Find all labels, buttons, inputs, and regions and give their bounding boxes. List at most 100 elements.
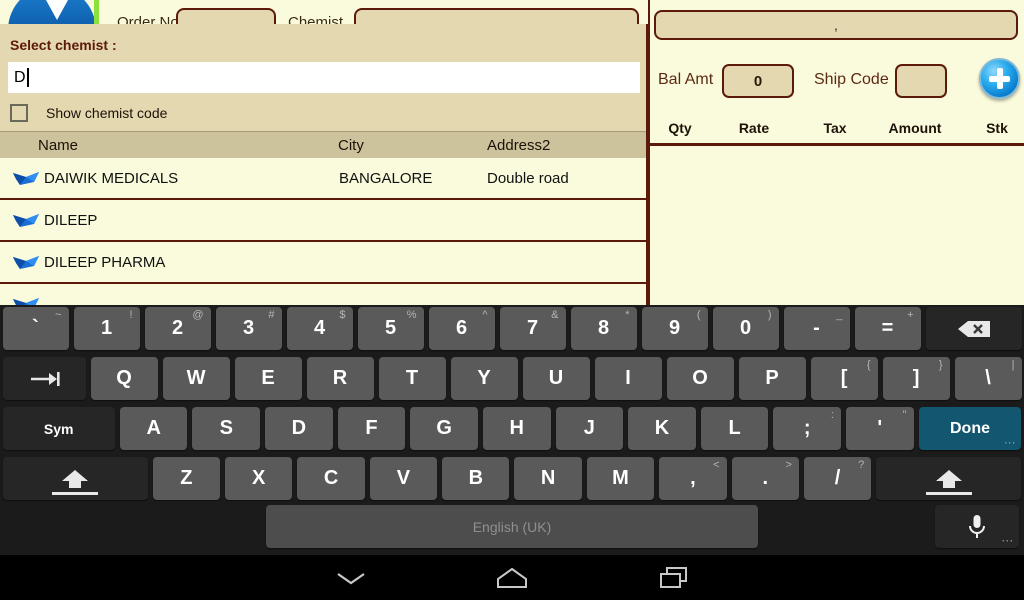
key-secondary-label: ~ [55, 309, 62, 321]
key-minus[interactable]: - _ [783, 307, 850, 350]
key-backslash[interactable]: \ | [954, 357, 1022, 400]
key-y[interactable]: Y [450, 357, 518, 400]
shift-underline [925, 492, 972, 495]
chemist-search-input[interactable]: D [8, 62, 640, 93]
key-bracket-left[interactable]: [{ [810, 357, 878, 400]
key-a[interactable]: A [119, 407, 188, 450]
key-label: A [146, 417, 161, 439]
ship-code-field[interactable] [895, 64, 947, 98]
key-label: ` [32, 317, 39, 339]
sym-key[interactable]: Sym [2, 407, 115, 450]
tab-key[interactable] [2, 357, 86, 400]
key-label: 2 [171, 317, 184, 339]
key-1[interactable]: 1! [73, 307, 140, 350]
column-qty: Qty [668, 120, 692, 136]
shift-right-key[interactable] [876, 457, 1022, 500]
backspace-key[interactable] [925, 307, 1022, 350]
key-secondary-label: ) [767, 309, 772, 321]
microphone-icon[interactable]: ··· [935, 505, 1019, 548]
key-label: W [186, 367, 206, 389]
key-3[interactable]: 3 # [215, 307, 282, 350]
key-n[interactable]: N [514, 457, 582, 500]
key-comma[interactable]: , < [659, 457, 727, 500]
key-label: ' [877, 417, 883, 439]
key-label: E [261, 367, 275, 389]
key-q[interactable]: Q [90, 357, 158, 400]
key-7[interactable]: 7 & [499, 307, 566, 350]
space-key[interactable]: English (UK) [266, 505, 758, 548]
key-label: F [365, 417, 378, 439]
key-s[interactable]: S [192, 407, 261, 450]
key-g[interactable]: G [410, 407, 478, 450]
key-secondary-label: ? [858, 459, 865, 471]
key-2[interactable]: 2 @ [144, 307, 211, 350]
key-u[interactable]: U [522, 357, 590, 400]
list-item[interactable]: DILEEP PHARMA [0, 242, 646, 284]
key-8[interactable]: 8 * [570, 307, 637, 350]
tab-icon [31, 371, 60, 386]
key-w[interactable]: W [162, 357, 230, 400]
key-x[interactable]: X [225, 457, 293, 500]
key-5[interactable]: 5% [357, 307, 424, 350]
key-b[interactable]: B [442, 457, 510, 500]
bal-amt-field[interactable]: 0 [722, 64, 794, 98]
show-chemist-code-checkbox[interactable] [10, 104, 28, 122]
show-chemist-code-row[interactable]: Show chemist code [10, 104, 167, 122]
key-4[interactable]: 4 $ [286, 307, 353, 350]
key-backtick[interactable]: ` ~ [2, 307, 69, 350]
home-icon[interactable] [467, 555, 557, 600]
list-item[interactable] [0, 284, 646, 305]
bal-amt-label: Bal Amt [658, 71, 714, 88]
key-0[interactable]: 0) [712, 307, 779, 350]
key-secondary-label: ^ [482, 309, 488, 321]
key-9[interactable]: 9( [641, 307, 708, 350]
bird-icon [13, 256, 39, 269]
key-period[interactable]: . > [731, 457, 799, 500]
key-secondary-label: } [938, 359, 943, 371]
key-m[interactable]: M [586, 457, 655, 500]
key-r[interactable]: R [306, 357, 374, 400]
key-equals[interactable]: = + [854, 307, 921, 350]
key-semicolon[interactable]: ;: [773, 407, 841, 450]
shift-left-key[interactable] [2, 457, 148, 500]
hide-keyboard-icon[interactable] [306, 555, 396, 600]
key-o[interactable]: O [666, 357, 734, 400]
done-key[interactable]: Done ··· [918, 407, 1022, 450]
key-label: , [690, 467, 696, 489]
party-name-field[interactable]: , [654, 10, 1018, 40]
key-6[interactable]: 6 ^ [428, 307, 495, 350]
key-j[interactable]: J [555, 407, 624, 450]
key-slash[interactable]: /? [803, 457, 872, 500]
key-label: / [834, 467, 841, 489]
key-label: Done [950, 419, 990, 437]
key-i[interactable]: I [594, 357, 662, 400]
key-apostrophe[interactable]: ' " [845, 407, 914, 450]
on-screen-keyboard[interactable]: ` ~1! 2 @3 #4 $5% 6 ^ 7 & 8 * 9(0) - _ = + Q W E R T Y U I O P[{]}… [0, 305, 1024, 555]
key-label: M [612, 467, 629, 489]
list-item[interactable]: DAIWIK MEDICALS BANGALORE Double road [0, 158, 646, 200]
key-t[interactable]: T [378, 357, 446, 400]
list-column-address2: Address2 [487, 137, 551, 154]
key-f[interactable]: F [337, 407, 406, 450]
key-k[interactable]: K [628, 407, 696, 450]
key-label: I [625, 367, 631, 389]
key-p[interactable]: P [738, 357, 806, 400]
key-bracket-right[interactable]: ]} [882, 357, 950, 400]
key-z[interactable]: Z [152, 457, 221, 500]
key-label: G [436, 417, 452, 439]
add-item-button[interactable] [979, 58, 1020, 99]
app-logo-accent [94, 0, 99, 24]
key-l[interactable]: L [700, 407, 769, 450]
bird-icon [13, 214, 39, 227]
key-h[interactable]: H [482, 407, 551, 450]
list-item[interactable]: DILEEP [0, 200, 646, 242]
list-item-address2: Double road [487, 169, 569, 187]
key-c[interactable]: C [297, 457, 365, 500]
recents-icon[interactable] [629, 555, 719, 600]
key-label: Sym [43, 420, 74, 437]
key-d[interactable]: D [265, 407, 333, 450]
key-e[interactable]: E [234, 357, 302, 400]
chemist-list[interactable]: DAIWIK MEDICALS BANGALORE Double road DI… [0, 158, 646, 305]
key-v[interactable]: V [369, 457, 438, 500]
key-label: V [396, 467, 411, 489]
